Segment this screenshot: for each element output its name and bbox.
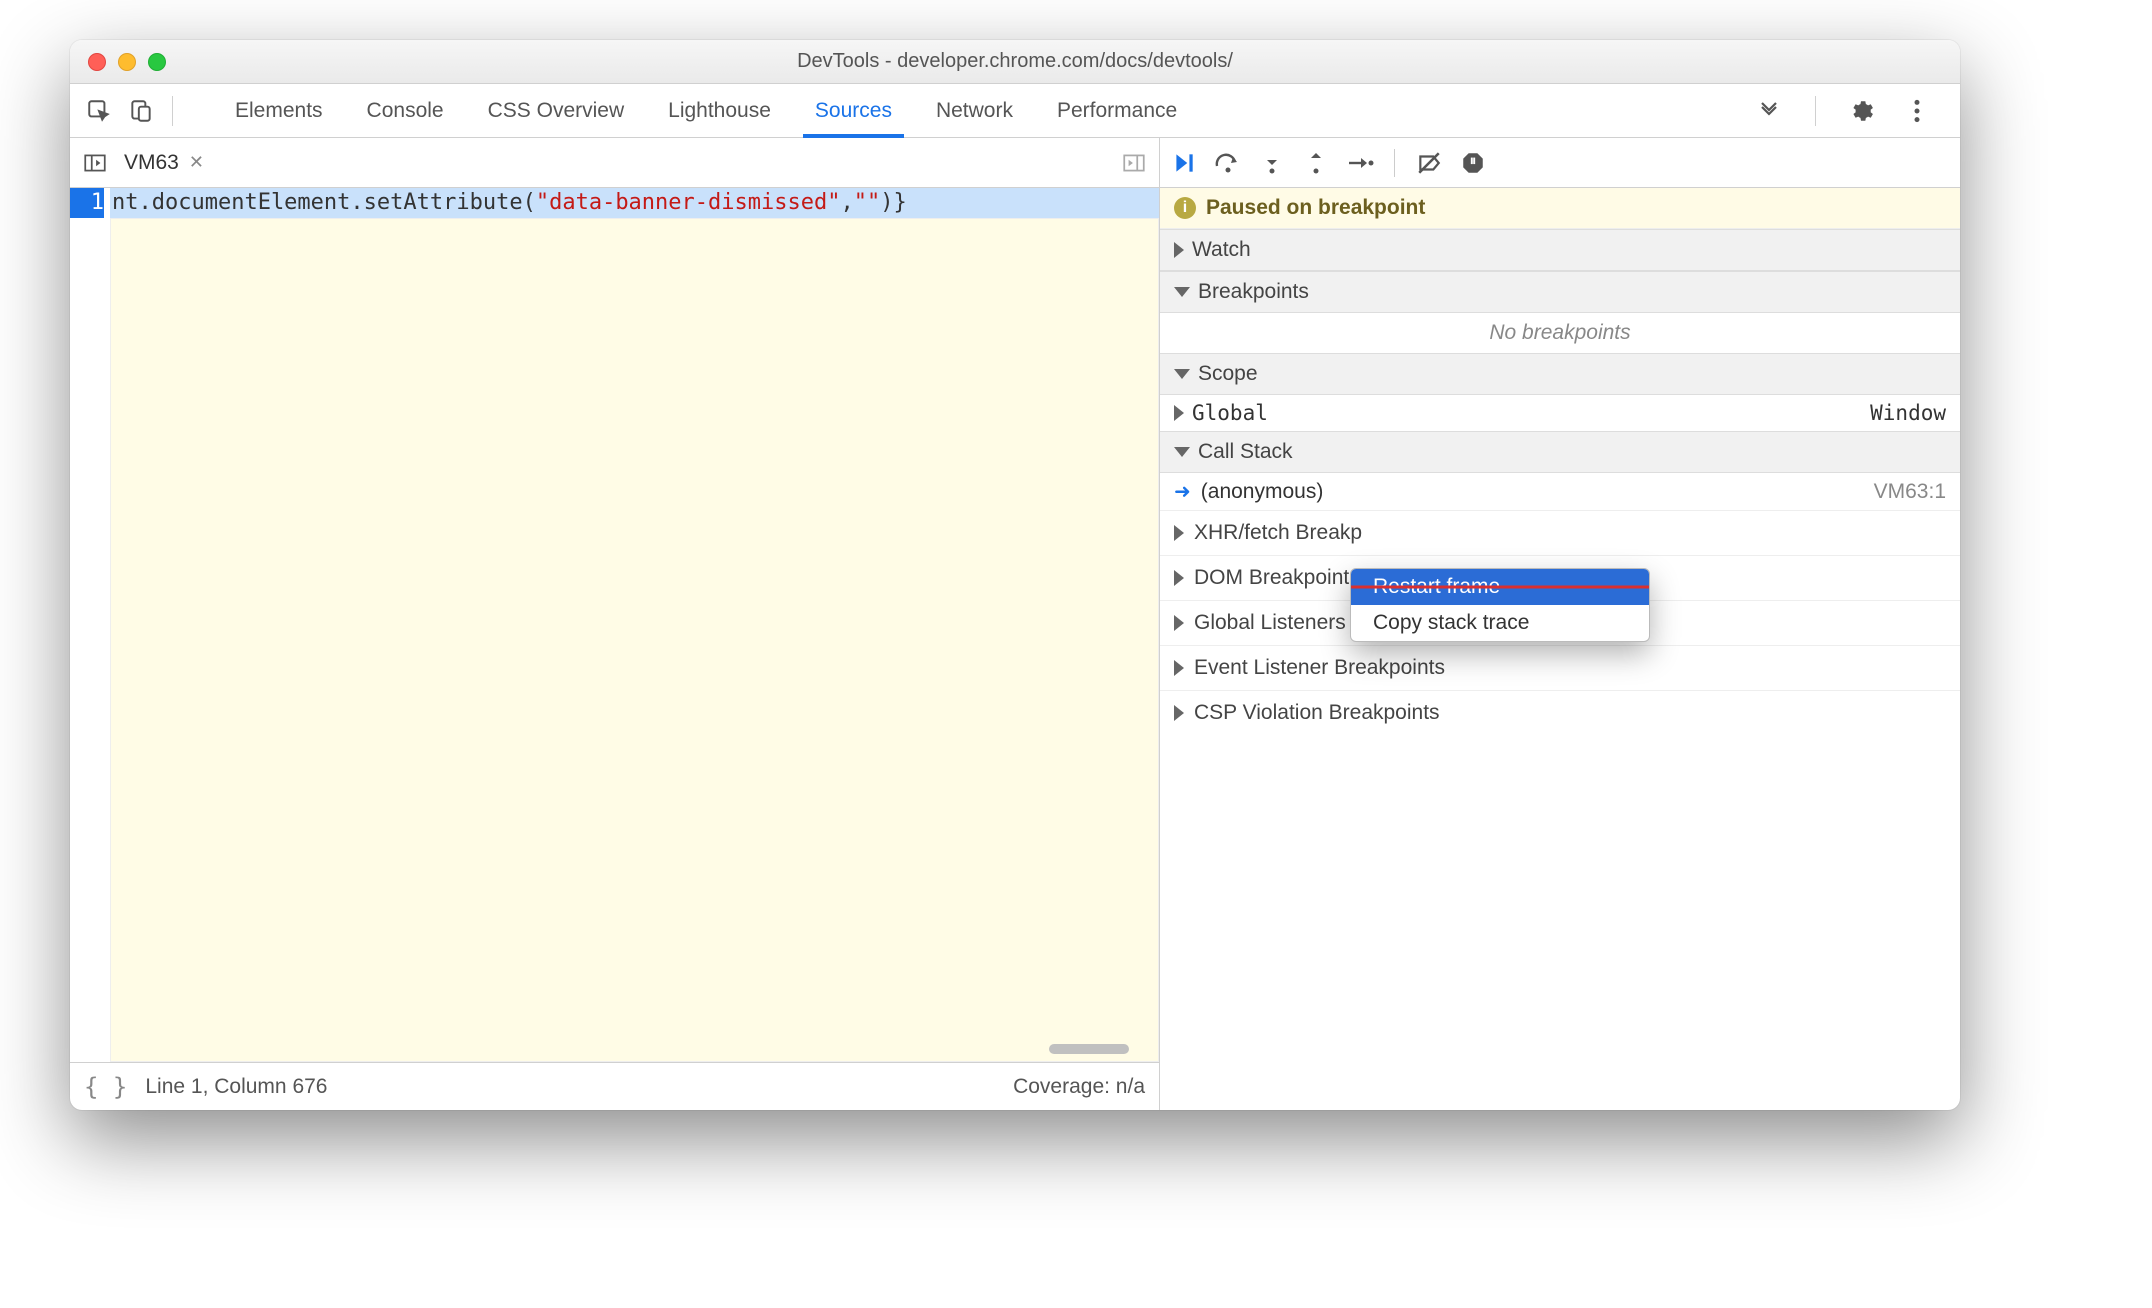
inspect-element-icon[interactable] xyxy=(82,94,116,128)
panel-tabs: Elements Console CSS Overview Lighthouse… xyxy=(213,84,1199,137)
sources-pane: VM63 ✕ 1 nt.documentElement.setAttribute… xyxy=(70,138,1160,1110)
strikethrough-annotation xyxy=(1350,586,1650,589)
execution-highlight xyxy=(110,218,1159,1062)
csp-label: CSP Violation Breakpoints xyxy=(1194,701,1440,725)
main-content: VM63 ✕ 1 nt.documentElement.setAttribute… xyxy=(70,138,1960,1110)
chevron-right-icon xyxy=(1174,660,1184,676)
callstack-frame-location: VM63:1 xyxy=(1874,480,1946,504)
more-snippets-icon[interactable] xyxy=(1117,146,1151,180)
context-menu: Restart frame Copy stack trace xyxy=(1350,568,1650,642)
chevron-right-icon xyxy=(1174,705,1184,721)
menu-item-copy-stack-trace[interactable]: Copy stack trace xyxy=(1351,605,1649,641)
code-line[interactable]: nt.documentElement.setAttribute("data-ba… xyxy=(110,188,1159,218)
callstack-frame-name: (anonymous) xyxy=(1201,480,1324,504)
tab-lighthouse[interactable]: Lighthouse xyxy=(646,84,793,137)
deactivate-breakpoints-icon[interactable] xyxy=(1415,149,1443,177)
tab-elements[interactable]: Elements xyxy=(213,84,345,137)
watch-label: Watch xyxy=(1192,238,1251,262)
editor-statusbar: { } Line 1, Column 676 Coverage: n/a xyxy=(70,1062,1159,1110)
event-listener-breakpoints-header[interactable]: Event Listener Breakpoints xyxy=(1160,645,1960,690)
horizontal-scrollbar[interactable] xyxy=(1049,1044,1129,1054)
line-gutter: 1 xyxy=(70,188,110,1062)
main-toolbar: Elements Console CSS Overview Lighthouse… xyxy=(70,84,1960,138)
tab-css-overview[interactable]: CSS Overview xyxy=(466,84,647,137)
xhr-label: XHR/fetch Breakp xyxy=(1194,521,1362,545)
breakpoints-section-header[interactable]: Breakpoints xyxy=(1160,271,1960,313)
device-toggle-icon[interactable] xyxy=(124,94,158,128)
callstack-section-header[interactable]: Call Stack xyxy=(1160,431,1960,473)
debugger-toolbar xyxy=(1160,138,1960,188)
more-menu-icon[interactable] xyxy=(1900,94,1934,128)
devtools-window: DevTools - developer.chrome.com/docs/dev… xyxy=(70,40,1960,1110)
scope-section-header[interactable]: Scope xyxy=(1160,353,1960,395)
chevron-down-icon xyxy=(1174,447,1190,457)
line-number[interactable]: 1 xyxy=(70,188,104,218)
tab-performance[interactable]: Performance xyxy=(1035,84,1199,137)
coverage-label: Coverage: n/a xyxy=(1013,1075,1145,1099)
divider xyxy=(172,96,173,126)
chevron-right-icon xyxy=(1174,525,1184,541)
step-icon[interactable] xyxy=(1346,149,1374,177)
info-icon: i xyxy=(1174,197,1196,219)
chevron-down-icon xyxy=(1174,369,1190,379)
step-into-icon[interactable] xyxy=(1258,149,1286,177)
tab-console[interactable]: Console xyxy=(345,84,466,137)
file-tab-vm63[interactable]: VM63 ✕ xyxy=(112,138,216,187)
callstack-label: Call Stack xyxy=(1198,440,1293,464)
resume-icon[interactable] xyxy=(1170,149,1198,177)
menu-item-restart-frame[interactable]: Restart frame xyxy=(1351,569,1649,605)
navigator-toggle-icon[interactable] xyxy=(78,146,112,180)
divider xyxy=(1394,149,1395,177)
scope-global-row[interactable]: Global Window xyxy=(1160,395,1960,431)
scope-label: Scope xyxy=(1198,362,1258,386)
file-tab-label: VM63 xyxy=(124,151,179,175)
event-listener-bp-label: Event Listener Breakpoints xyxy=(1194,656,1445,680)
code-area[interactable]: nt.documentElement.setAttribute("data-ba… xyxy=(110,188,1159,1062)
pause-exceptions-icon[interactable] xyxy=(1459,149,1487,177)
step-over-icon[interactable] xyxy=(1214,149,1242,177)
tab-network[interactable]: Network xyxy=(914,84,1035,137)
pause-message: Paused on breakpoint xyxy=(1206,196,1425,220)
file-tabs: VM63 ✕ xyxy=(70,138,1159,188)
xhr-breakpoints-header[interactable]: XHR/fetch Breakp xyxy=(1160,510,1960,555)
cursor-position: Line 1, Column 676 xyxy=(145,1075,327,1099)
chevron-right-icon xyxy=(1174,615,1184,631)
divider xyxy=(1815,96,1816,126)
dom-label: DOM Breakpoints xyxy=(1194,566,1360,590)
pretty-print-icon[interactable]: { } xyxy=(84,1073,127,1101)
scope-global: Global xyxy=(1192,401,1268,425)
breakpoints-empty: No breakpoints xyxy=(1160,313,1960,353)
step-out-icon[interactable] xyxy=(1302,149,1330,177)
debugger-pane: i Paused on breakpoint Watch Breakpoints… xyxy=(1160,138,1960,1110)
settings-gear-icon[interactable] xyxy=(1844,94,1878,128)
chevron-down-icon xyxy=(1174,287,1190,297)
chevron-right-icon xyxy=(1174,242,1184,258)
menu-item-label: Copy stack trace xyxy=(1373,611,1529,634)
tab-sources[interactable]: Sources xyxy=(793,84,914,137)
chevron-right-icon xyxy=(1174,570,1184,586)
window-title: DevTools - developer.chrome.com/docs/dev… xyxy=(70,50,1960,73)
current-frame-arrow-icon: ➜ xyxy=(1174,479,1191,504)
global-listeners-label: Global Listeners xyxy=(1194,611,1346,635)
pause-banner: i Paused on breakpoint xyxy=(1160,188,1960,229)
scope-global-value: Window xyxy=(1870,401,1946,425)
code-editor[interactable]: 1 nt.documentElement.setAttribute("data-… xyxy=(70,188,1159,1062)
watch-section-header[interactable]: Watch xyxy=(1160,229,1960,271)
titlebar: DevTools - developer.chrome.com/docs/dev… xyxy=(70,40,1960,84)
csp-breakpoints-header[interactable]: CSP Violation Breakpoints xyxy=(1160,690,1960,735)
chevron-right-icon xyxy=(1174,405,1184,421)
callstack-frame-row[interactable]: ➜ (anonymous) VM63:1 xyxy=(1160,473,1960,510)
breakpoints-label: Breakpoints xyxy=(1198,280,1309,304)
more-tabs-icon[interactable] xyxy=(1757,99,1791,123)
close-file-icon[interactable]: ✕ xyxy=(189,152,204,173)
